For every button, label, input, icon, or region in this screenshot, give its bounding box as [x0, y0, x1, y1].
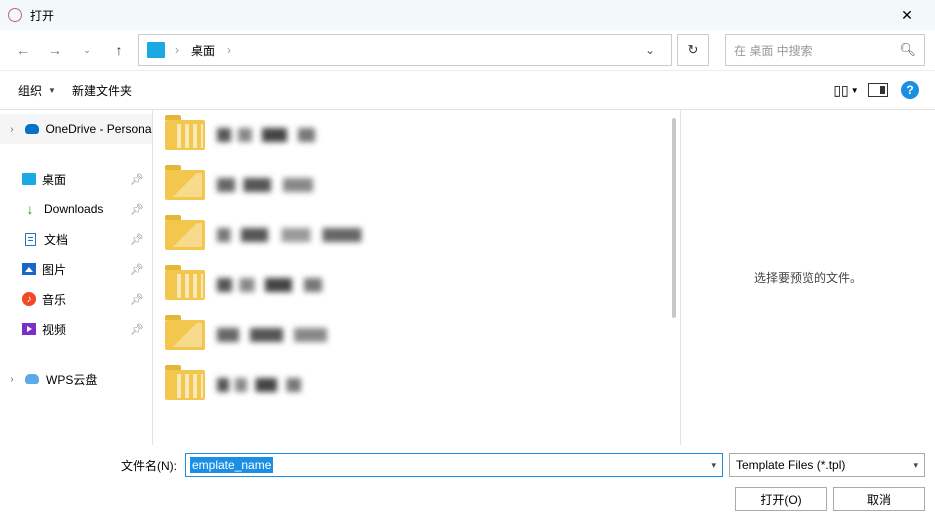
file-item[interactable]	[165, 170, 668, 200]
search-input[interactable]: 在 桌面 中搜索 🔍︎	[725, 34, 925, 66]
documents-icon	[22, 231, 38, 247]
pin-icon: 📌︎	[130, 233, 144, 246]
file-name-redacted	[217, 378, 337, 392]
sidebar-item-downloads[interactable]: ↓ Downloads 📌︎	[0, 194, 152, 224]
pin-icon: 📌︎	[130, 323, 144, 336]
filename-input[interactable]: emplate_name ▾	[185, 453, 723, 477]
toolbar: 组织 ▼ 新建文件夹 ▯▯▼ ?	[0, 70, 935, 110]
breadcrumb-segment[interactable]: 桌面	[185, 40, 221, 61]
view-list-icon: ▯▯	[833, 82, 848, 99]
chevron-right-icon: ›	[171, 43, 183, 57]
filename-value-selected: emplate_name	[190, 457, 273, 473]
nav-recent-dropdown[interactable]: ⌄	[74, 37, 100, 63]
file-name-redacted	[217, 178, 337, 192]
music-icon: ♪	[22, 292, 36, 306]
sidebar-item-documents[interactable]: 文档 📌︎	[0, 224, 152, 254]
preview-pane-icon	[868, 83, 888, 97]
pin-icon: 📌︎	[130, 293, 144, 306]
close-button[interactable]: ✕	[887, 0, 927, 30]
preview-pane-toggle[interactable]	[863, 75, 893, 105]
preview-empty-message: 选择要预览的文件。	[754, 269, 862, 286]
app-icon	[8, 8, 22, 22]
file-list-area[interactable]	[153, 110, 680, 445]
desktop-icon	[22, 173, 36, 185]
file-item[interactable]	[165, 220, 668, 250]
sidebar-item-onedrive[interactable]: › OneDrive - Personal	[0, 114, 152, 144]
file-list	[165, 120, 668, 400]
folder-icon	[165, 320, 205, 350]
help-button[interactable]: ?	[895, 75, 925, 105]
chevron-right-icon[interactable]: ›	[223, 43, 235, 57]
folder-icon	[165, 120, 205, 150]
file-name-redacted	[217, 328, 327, 342]
navbar: ← → ⌄ ↑ › 桌面 › ⌄ ↻ 在 桌面 中搜索 🔍︎	[0, 30, 935, 70]
sidebar-item-pictures[interactable]: 图片 📌︎	[0, 254, 152, 284]
open-button[interactable]: 打开(O)	[735, 487, 827, 511]
pin-icon: 📌︎	[130, 173, 144, 186]
view-mode-button[interactable]: ▯▯▼	[831, 75, 861, 105]
sidebar-item-videos[interactable]: 视频 📌︎	[0, 314, 152, 344]
filename-label: 文件名(N):	[121, 457, 177, 474]
chevron-right-icon: ›	[6, 124, 18, 135]
window-title: 打开	[30, 7, 887, 24]
pictures-icon	[22, 263, 36, 275]
titlebar: 打开 ✕	[0, 0, 935, 30]
onedrive-icon	[24, 121, 40, 137]
sidebar: › OneDrive - Personal 桌面 📌︎ ↓ Downloads …	[0, 110, 153, 445]
sidebar-item-wps[interactable]: › WPS云盘	[0, 364, 152, 394]
file-item[interactable]	[165, 270, 668, 300]
footer: 文件名(N): emplate_name ▾ Template Files (*…	[0, 445, 935, 515]
search-placeholder: 在 桌面 中搜索	[734, 42, 899, 59]
cancel-button[interactable]: 取消	[833, 487, 925, 511]
file-item[interactable]	[165, 320, 668, 350]
sidebar-item-desktop[interactable]: 桌面 📌︎	[0, 164, 152, 194]
file-name-redacted	[217, 228, 387, 242]
file-name-redacted	[217, 128, 357, 142]
organize-button[interactable]: 组织 ▼	[10, 78, 64, 103]
chevron-down-icon: ▼	[48, 86, 56, 95]
pin-icon: 📌︎	[130, 263, 144, 276]
breadcrumb[interactable]: › 桌面 › ⌄	[138, 34, 672, 66]
nav-forward-button[interactable]: →	[42, 37, 68, 63]
location-icon	[147, 42, 165, 58]
search-icon: 🔍︎	[899, 42, 916, 58]
video-icon	[22, 323, 36, 335]
file-item[interactable]	[165, 120, 668, 150]
file-item[interactable]	[165, 370, 668, 400]
breadcrumb-dropdown[interactable]: ⌄	[633, 43, 667, 57]
refresh-button[interactable]: ↻	[677, 34, 709, 66]
file-name-redacted	[217, 278, 367, 292]
sidebar-item-music[interactable]: ♪ 音乐 📌︎	[0, 284, 152, 314]
body: › OneDrive - Personal 桌面 📌︎ ↓ Downloads …	[0, 110, 935, 445]
download-icon: ↓	[22, 201, 38, 217]
folder-icon	[165, 220, 205, 250]
chevron-down-icon: ▼	[851, 86, 859, 95]
preview-pane: 选择要预览的文件。	[680, 110, 935, 445]
file-type-select[interactable]: Template Files (*.tpl) ▾	[729, 453, 925, 477]
scrollbar[interactable]	[672, 118, 676, 318]
chevron-down-icon[interactable]: ▾	[711, 460, 716, 471]
folder-icon	[165, 170, 205, 200]
new-folder-button[interactable]: 新建文件夹	[64, 78, 140, 103]
folder-icon	[165, 370, 205, 400]
wps-cloud-icon	[24, 371, 40, 387]
nav-back-button[interactable]: ←	[10, 37, 36, 63]
nav-up-button[interactable]: ↑	[106, 37, 132, 63]
chevron-right-icon: ›	[6, 374, 18, 385]
folder-icon	[165, 270, 205, 300]
pin-icon: 📌︎	[130, 203, 144, 216]
chevron-down-icon: ▾	[913, 460, 918, 471]
help-icon: ?	[901, 81, 919, 99]
